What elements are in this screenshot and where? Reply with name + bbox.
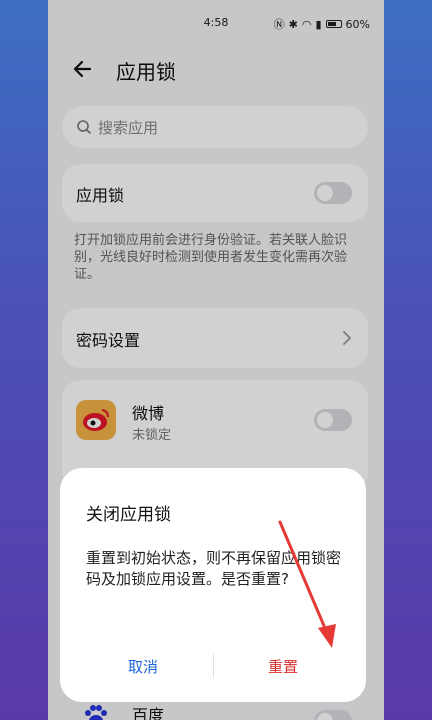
button-divider xyxy=(213,654,214,678)
cancel-button[interactable]: 取消 xyxy=(128,656,158,677)
phone-screen: 4:58 Ⓝ ✱ ◠ ▮ 60% 应用锁 搜索应用 应用锁 打开加锁应用前会进行… xyxy=(48,0,384,720)
close-app-lock-dialog: 关闭应用锁 重置到初始状态，则不再保留应用锁密码及加锁应用设置。是否重置? 取消… xyxy=(60,468,366,702)
dialog-message: 重置到初始状态，则不再保留应用锁密码及加锁应用设置。是否重置? xyxy=(86,549,342,588)
reset-button[interactable]: 重置 xyxy=(268,656,298,677)
dialog-title: 关闭应用锁 xyxy=(86,505,171,525)
